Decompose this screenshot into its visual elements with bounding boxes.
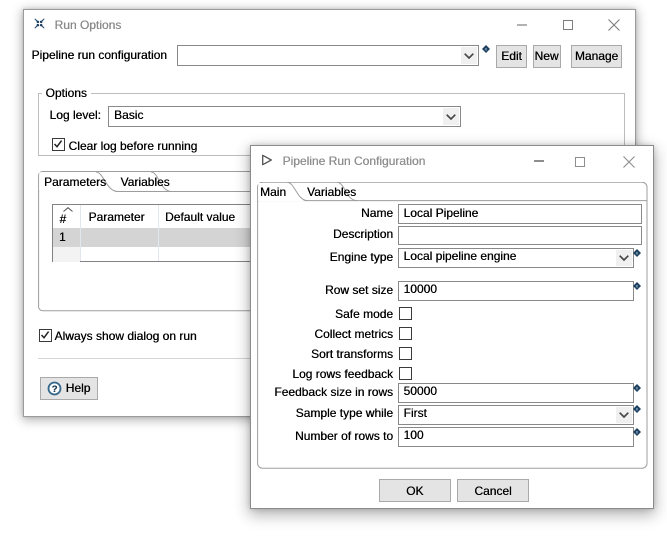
svg-text:?: ? xyxy=(51,384,57,395)
